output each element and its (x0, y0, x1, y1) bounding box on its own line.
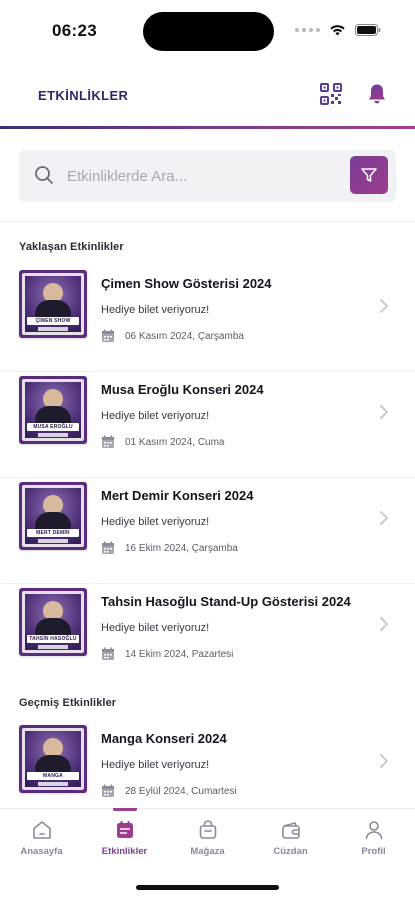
wifi-icon (330, 25, 345, 36)
event-title: Çimen Show Gösterisi 2024 (101, 276, 272, 291)
event-title: Tahsin Hasoğlu Stand-Up Gösterisi 2024 (101, 594, 351, 609)
active-tab-indicator (112, 808, 137, 811)
event-list-item[interactable]: MERT DEMİR Mert Demir Konseri 2024 Hediy… (0, 478, 415, 584)
calendar-icon (116, 821, 133, 838)
chevron-right-icon (380, 617, 388, 631)
event-description: Hediye bilet veriyoruz! (101, 516, 210, 528)
event-description: Hediye bilet veriyoruz! (101, 622, 210, 634)
calendar-icon (102, 541, 114, 554)
home-icon (32, 821, 51, 839)
page-title: ETKİNLİKLER (38, 88, 129, 103)
qr-code-icon (320, 83, 342, 105)
event-date: 01 Kasım 2024, Cuma (125, 436, 225, 448)
event-thumbnail: MANGA (19, 725, 87, 793)
event-list-item[interactable]: MUSA EROĞLU Musa Eroğlu Konseri 2024 Hed… (0, 372, 415, 478)
tab-label: Anasayfa (20, 846, 63, 857)
event-date-row: 14 Ekim 2024, Pazartesi (101, 647, 233, 661)
battery-icon (355, 24, 381, 36)
wallet-icon (281, 822, 300, 839)
event-description: Hediye bilet veriyoruz! (101, 304, 210, 316)
chevron-right-icon (380, 754, 388, 768)
event-description: Hediye bilet veriyoruz! (101, 759, 210, 771)
event-list-item[interactable]: ÇİMEN SHOW Çimen Show Gösterisi 2024 Hed… (0, 266, 415, 372)
chevron-right-icon (380, 299, 388, 313)
status-bar: 06:23 (0, 0, 415, 60)
notifications-button[interactable] (365, 82, 389, 106)
event-thumbnail: MUSA EROĞLU (19, 376, 87, 444)
chevron-right-icon (380, 511, 388, 525)
calendar-icon (102, 784, 114, 797)
status-time: 06:23 (52, 21, 97, 40)
bottom-tab-bar: Anasayfa Etkinlikler Mağaza Cüzdan Profi… (0, 808, 415, 868)
user-icon (365, 821, 382, 840)
calendar-icon (102, 435, 114, 448)
home-indicator[interactable] (136, 885, 279, 890)
header-divider (0, 126, 415, 129)
search-icon (35, 166, 53, 184)
tab-magaza[interactable]: Mağaza (166, 809, 249, 868)
event-thumbnail: TAHSİN HASOĞLU (19, 588, 87, 656)
app-header: ETKİNLİKLER (0, 64, 415, 128)
event-date-row: 06 Kasım 2024, Çarşamba (101, 329, 244, 343)
tab-label: Mağaza (190, 846, 225, 857)
event-date: 06 Kasım 2024, Çarşamba (125, 330, 244, 342)
event-description: Hediye bilet veriyoruz! (101, 410, 210, 422)
upcoming-section-title: Yaklaşan Etkinlikler (19, 241, 124, 253)
calendar-icon (102, 329, 114, 342)
tab-cuzdan[interactable]: Cüzdan (249, 809, 332, 868)
tab-etkinlikler[interactable]: Etkinlikler (83, 808, 166, 868)
tab-label: Etkinlikler (101, 846, 148, 857)
dynamic-island (143, 12, 274, 51)
bell-icon (369, 84, 385, 104)
tab-label: Cüzdan (273, 846, 308, 857)
event-date: 28 Eylül 2024, Cumartesi (125, 785, 237, 797)
tab-anasayfa[interactable]: Anasayfa (0, 809, 83, 868)
status-icons (295, 24, 381, 36)
event-thumbnail: ÇİMEN SHOW (19, 270, 87, 338)
signal-icon (295, 28, 320, 32)
event-date-row: 01 Kasım 2024, Cuma (101, 435, 225, 449)
event-title: Mert Demir Konseri 2024 (101, 488, 254, 503)
event-date-row: 16 Ekim 2024, Çarşamba (101, 541, 238, 555)
past-section-title: Geçmiş Etkinlikler (19, 697, 117, 709)
qr-code-button[interactable] (319, 82, 343, 106)
calendar-icon (102, 647, 114, 660)
search-divider (0, 221, 415, 222)
event-thumbnail: MERT DEMİR (19, 482, 87, 550)
event-title: Manga Konseri 2024 (101, 731, 227, 746)
search-input[interactable] (67, 150, 337, 202)
filter-icon (361, 168, 377, 182)
event-list-item[interactable]: TAHSİN HASOĞLU Tahsin Hasoğlu Stand-Up G… (0, 584, 415, 690)
shopping-bag-icon (199, 820, 216, 839)
chevron-right-icon (380, 405, 388, 419)
tab-label: Profil (361, 846, 386, 857)
tab-profil[interactable]: Profil (332, 809, 415, 868)
event-date: 16 Ekim 2024, Çarşamba (125, 542, 238, 554)
search-bar (19, 150, 396, 202)
event-date-row: 28 Eylül 2024, Cumartesi (101, 784, 237, 798)
event-date: 14 Ekim 2024, Pazartesi (125, 648, 234, 660)
filter-button[interactable] (350, 156, 388, 194)
event-title: Musa Eroğlu Konseri 2024 (101, 382, 264, 397)
